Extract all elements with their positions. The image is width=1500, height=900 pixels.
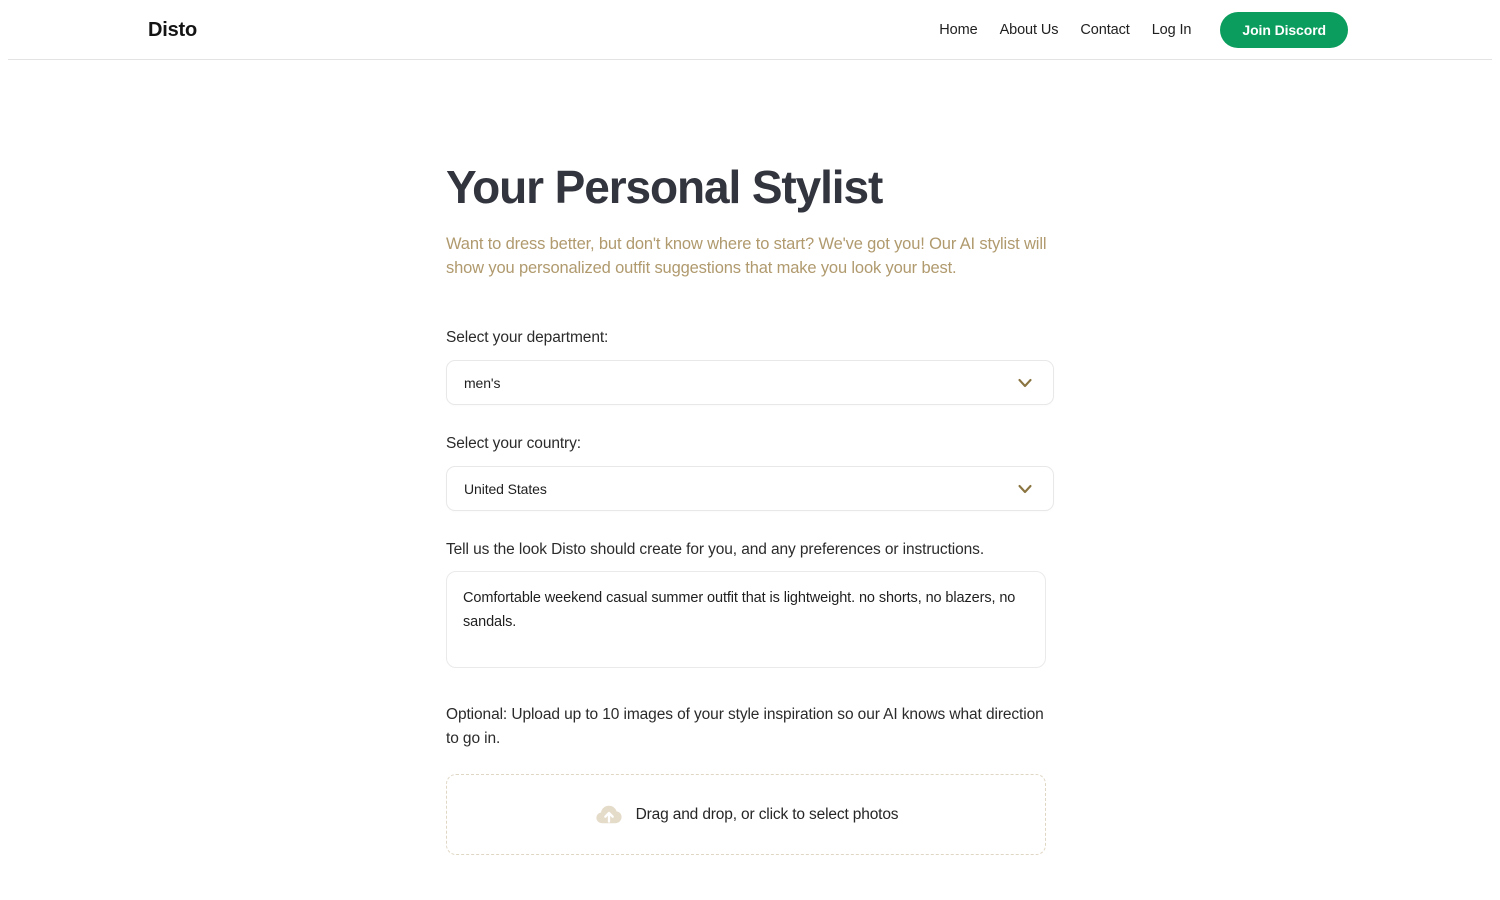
country-label: Select your country: xyxy=(446,435,581,453)
prompt-textarea[interactable] xyxy=(446,571,1046,669)
image-upload-dropzone[interactable]: Drag and drop, or click to select photos xyxy=(446,774,1046,856)
join-discord-button[interactable]: Join Discord xyxy=(1220,12,1348,48)
cloud-upload-icon xyxy=(594,800,624,830)
page-subtitle: Want to dress better, but don't know whe… xyxy=(446,235,1047,278)
main-content: Your Personal Stylist Want to dress bett… xyxy=(0,161,1500,856)
country-select[interactable]: United States xyxy=(446,466,1054,512)
department-label: Select your department: xyxy=(446,329,609,347)
chevron-down-icon xyxy=(1015,479,1035,499)
brand-logo[interactable]: Disto xyxy=(148,19,197,42)
prompt-label: Tell us the look Disto should create for… xyxy=(446,541,985,559)
department-select-value: men's xyxy=(464,374,501,391)
nav-link-log-in[interactable]: Log In xyxy=(1141,12,1203,48)
nav-link-contact[interactable]: Contact xyxy=(1069,12,1140,48)
page-title: Your Personal Stylist xyxy=(446,161,883,213)
site-header: Disto Home About Us Contact Log In Join … xyxy=(0,0,1500,60)
dropzone-text: Drag and drop, or click to select photos xyxy=(635,805,899,823)
nav-link-about-us[interactable]: About Us xyxy=(989,12,1070,48)
main-navigation: Home About Us Contact Log In Join Discor… xyxy=(928,12,1348,48)
department-select[interactable]: men's xyxy=(446,360,1054,406)
chevron-down-icon xyxy=(1015,373,1035,393)
country-select-value: United States xyxy=(464,480,547,497)
upload-label: Optional: Upload up to 10 images of your… xyxy=(446,706,1044,748)
nav-link-home[interactable]: Home xyxy=(928,12,988,48)
